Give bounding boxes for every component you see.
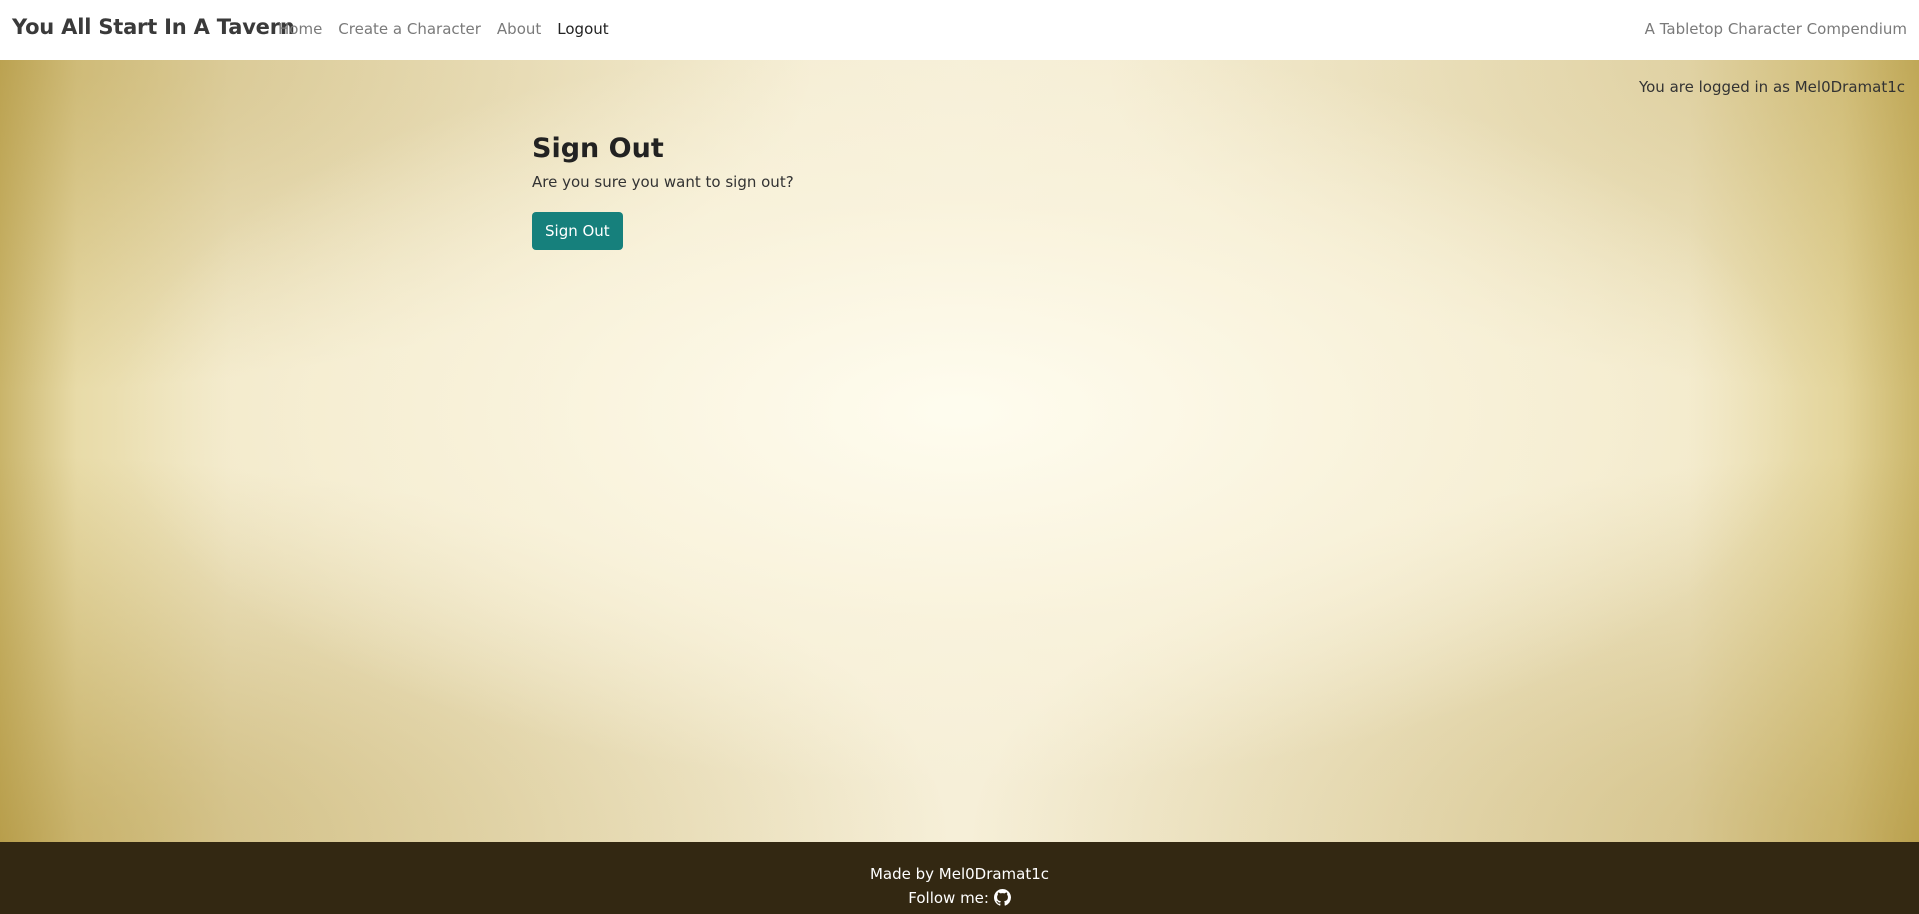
brand-link[interactable]: You All Start In A Tavern <box>12 15 295 39</box>
nav-link-create-character[interactable]: Create a Character <box>338 20 481 38</box>
nav-link-about[interactable]: About <box>497 20 541 38</box>
nav-link-logout[interactable]: Logout <box>557 20 608 38</box>
github-icon[interactable] <box>993 889 1011 906</box>
footer-follow-row: Follow me: <box>0 886 1919 910</box>
signout-panel: Sign Out Are you sure you want to sign o… <box>532 132 794 250</box>
sign-out-button[interactable]: Sign Out <box>532 212 623 250</box>
top-navbar: You All Start In A Tavern Home Create a … <box>0 0 1919 60</box>
footer-follow-label: Follow me: <box>908 889 989 907</box>
site-tagline: A Tabletop Character Compendium <box>1644 20 1907 38</box>
nav-links: Home Create a Character About Logout <box>278 20 625 38</box>
page-title: Sign Out <box>532 133 664 164</box>
signout-confirm-text: Are you sure you want to sign out? <box>532 173 794 191</box>
main-content-area: You are logged in as Mel0Dramat1c Sign O… <box>0 60 1919 842</box>
footer-made-by: Made by Mel0Dramat1c <box>869 865 1050 883</box>
nav-link-home[interactable]: Home <box>278 20 322 38</box>
login-status-text: You are logged in as Mel0Dramat1c <box>1638 78 1905 96</box>
footer: Made by Mel0Dramat1c Follow me: <box>0 842 1919 914</box>
